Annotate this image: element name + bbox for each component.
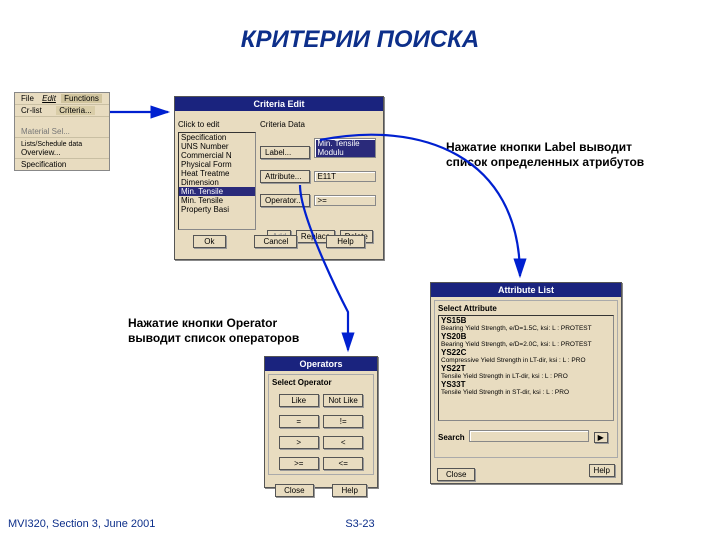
menu-lists[interactable]: Lists/Schedule data	[18, 141, 85, 148]
operators-close-button[interactable]: Close	[275, 484, 313, 497]
ok-button[interactable]: Ok	[193, 235, 225, 248]
menu-spec[interactable]: Specification	[18, 160, 69, 169]
op-lt[interactable]: <	[323, 436, 363, 449]
criteria-titlebar: Criteria Edit	[175, 97, 383, 111]
attrlist-item-desc: Bearing Yield Strength, e/D=1.5C, ksi: L…	[439, 325, 613, 332]
criteria-list-item[interactable]: Heat Treatme	[179, 169, 255, 178]
cancel-button[interactable]: Cancel	[254, 235, 297, 248]
criteria-list-item[interactable]: Dimension	[179, 178, 255, 187]
operator-value: >=	[314, 195, 376, 206]
operators-help-button[interactable]: Help	[332, 484, 366, 497]
footer-center: S3-23	[0, 518, 720, 530]
attrlist-search-go[interactable]: ▶	[594, 432, 608, 443]
attrlist-header: Select Attribute	[438, 304, 614, 313]
attrlist-item-name[interactable]: YS22C	[439, 348, 613, 357]
op-lte[interactable]: <=	[323, 457, 363, 470]
menu-criteria[interactable]: Criteria...	[56, 106, 94, 115]
annotation-label: Нажатие кнопки Label выводит список опре…	[446, 140, 646, 170]
criteria-edit-dialog: Criteria Edit Click to edit Specificatio…	[174, 96, 384, 260]
attrlist-item-name[interactable]: YS15B	[439, 316, 613, 325]
menu-panel: File Edit Functions Cr-list Criteria... …	[14, 92, 110, 171]
attrlist-item-desc: Tensile Yield Strength in LT-dir, ksi : …	[439, 373, 613, 380]
menu-material: Material Sel...	[18, 127, 73, 136]
menu-edit[interactable]: Edit	[39, 94, 59, 103]
operator-button[interactable]: Operator...	[260, 194, 310, 207]
attrlist-item-desc: Compressive Yield Strength in LT-dir, ks…	[439, 357, 613, 364]
page-title: КРИТЕРИИ ПОИСКА	[0, 26, 720, 54]
menu-function[interactable]: Functions	[61, 94, 102, 103]
criteria-list-item[interactable]: Physical Form	[179, 160, 255, 169]
attrlist-close-button[interactable]: Close	[437, 468, 475, 481]
menu-file[interactable]: File	[18, 94, 37, 103]
criteria-list[interactable]: Specification UNS Number Commercial N Ph…	[178, 132, 256, 230]
attribute-value: E11T	[314, 171, 376, 182]
criteria-list-item-selected[interactable]: Min. Tensile	[179, 187, 255, 196]
operators-header: Select Operator	[272, 378, 370, 387]
help-button[interactable]: Help	[326, 235, 364, 248]
attrlist-search-input[interactable]	[469, 430, 589, 442]
op-neq[interactable]: !=	[323, 415, 363, 428]
menu-overview[interactable]: Overview...	[18, 148, 64, 157]
attrlist-item-desc: Tensile Yield Strength in ST-dir, ksi : …	[439, 389, 613, 396]
op-gte[interactable]: >=	[279, 457, 319, 470]
op-gt[interactable]: >	[279, 436, 319, 449]
criteria-list-item[interactable]: Commercial N	[179, 151, 255, 160]
criteria-col1-header: Click to edit	[178, 120, 219, 129]
label-button[interactable]: Label...	[260, 146, 310, 159]
attrlist-titlebar: Attribute List	[431, 283, 621, 297]
criteria-list-item[interactable]: Specification	[179, 133, 255, 142]
op-like[interactable]: Like	[279, 394, 319, 407]
attribute-button[interactable]: Attribute...	[260, 170, 310, 183]
criteria-list-item[interactable]: Property Basi	[179, 205, 255, 214]
op-eq[interactable]: =	[279, 415, 319, 428]
attrlist-item-name[interactable]: YS20B	[439, 332, 613, 341]
attrlist-item-desc: Bearing Yield Strength, e/D=2.0C, ksi: L…	[439, 341, 613, 348]
annotation-operator: Нажатие кнопки Operator выводит список о…	[128, 316, 328, 346]
criteria-list-item[interactable]: Min. Tensile	[179, 196, 255, 205]
attrlist-help-button[interactable]: Help	[589, 464, 615, 477]
operators-titlebar: Operators	[265, 357, 377, 371]
label-value: Min. Tensile Modulu	[314, 138, 376, 158]
attrlist-search-label: Search	[438, 433, 465, 442]
operators-dialog: Operators Select Operator Like Not Like …	[264, 356, 378, 488]
criteria-list-item[interactable]: UNS Number	[179, 142, 255, 151]
attribute-list-dialog: Attribute List Select Attribute YS15B Be…	[430, 282, 622, 484]
op-notlike[interactable]: Not Like	[323, 394, 363, 407]
criteria-col2-header: Criteria Data	[260, 120, 305, 129]
menu-crlist[interactable]: Cr-list	[18, 106, 54, 115]
attrlist-item-name[interactable]: YS33T	[439, 380, 613, 389]
attrlist-item-name[interactable]: YS22T	[439, 364, 613, 373]
attrlist-listbox[interactable]: YS15B Bearing Yield Strength, e/D=1.5C, …	[438, 315, 614, 421]
